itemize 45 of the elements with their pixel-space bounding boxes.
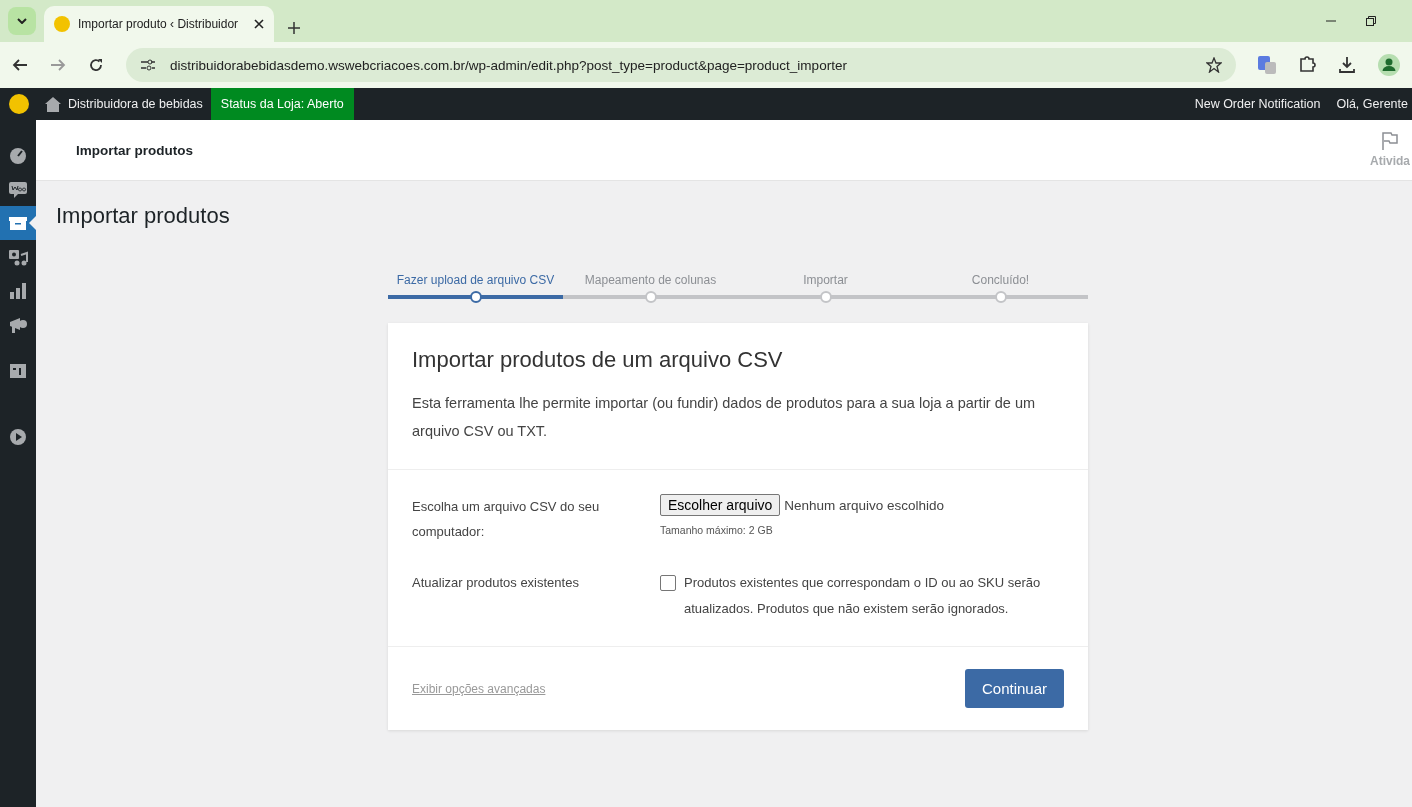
chevron-icon xyxy=(17,18,27,24)
sidebar-item[interactable] xyxy=(0,206,36,240)
admin-bar-link[interactable]: New Order Notification xyxy=(1194,97,1321,111)
card-description: Esta ferramenta lhe permite importar (ou fundir) dados de produtos para a sua loja a partir de um arquivo CSV ou TXT. xyxy=(412,394,1037,441)
woo-icon xyxy=(8,179,28,199)
page-title: Importar produtos xyxy=(56,203,231,229)
card-title: Importar produtos de um arquivo CSV xyxy=(412,347,784,373)
choose-file-button[interactable]: Escolher arquivo xyxy=(660,494,781,516)
forward-icon[interactable] xyxy=(50,58,66,72)
field-label: Escolha um arquivo CSV do seu computador: xyxy=(412,498,601,541)
profile-icon[interactable] xyxy=(1378,54,1400,76)
restore-icon[interactable] xyxy=(1366,16,1376,26)
site-name-link[interactable]: Distribuidora de bebidas xyxy=(68,97,203,111)
file-status: Nenhum arquivo escolhido xyxy=(784,498,945,513)
blocks-icon xyxy=(8,361,28,381)
flag-icon xyxy=(1382,132,1398,150)
analytics-icon xyxy=(8,281,28,301)
tab-title: Importar produto ‹ Distribuidor xyxy=(78,17,240,31)
store-status-badge[interactable]: Status da Loja: Aberto xyxy=(210,88,354,120)
media-icon xyxy=(8,247,28,267)
download-icon[interactable] xyxy=(1338,56,1356,74)
site-settings-icon[interactable] xyxy=(140,58,156,72)
header-title: Importar produtos xyxy=(76,142,193,158)
translate-icon[interactable] xyxy=(1258,56,1276,74)
browser-tab[interactable]: Importar produto ‹ Distribuidor xyxy=(44,6,274,42)
store-logo-icon[interactable] xyxy=(9,94,29,114)
marketing-icon xyxy=(8,315,28,335)
field-label: Atualizar produtos existentes xyxy=(412,574,580,592)
close-icon[interactable] xyxy=(254,19,264,29)
dashboard-icon xyxy=(8,145,28,165)
checkbox-label: Produtos existentes que correspondam o ID ou ao SKU serão atualizados. Produtos que não existem serão ignorados. xyxy=(684,574,1042,618)
tab-search-button[interactable] xyxy=(8,7,36,35)
site-favicon-icon xyxy=(54,16,70,32)
play-icon xyxy=(8,427,28,447)
back-icon[interactable] xyxy=(12,58,28,72)
star-icon[interactable] xyxy=(1206,57,1222,73)
file-hint: Tamanho máximo: 2 GB xyxy=(660,524,774,536)
reload-icon[interactable] xyxy=(88,57,104,73)
home-icon xyxy=(45,96,61,112)
new-tab-icon[interactable] xyxy=(288,22,300,34)
continue-button[interactable]: Continuar xyxy=(964,669,1064,708)
puzzle-icon[interactable] xyxy=(1298,56,1316,74)
admin-bar-link[interactable]: Olá, Gerente xyxy=(1336,97,1408,111)
address-bar[interactable]: distribuidorabebidasdemo.wswebcriacoes.com.br/wp-admin/edit.php?post_type=product&page=product_importer xyxy=(126,48,1236,82)
update-checkbox[interactable] xyxy=(660,575,676,591)
